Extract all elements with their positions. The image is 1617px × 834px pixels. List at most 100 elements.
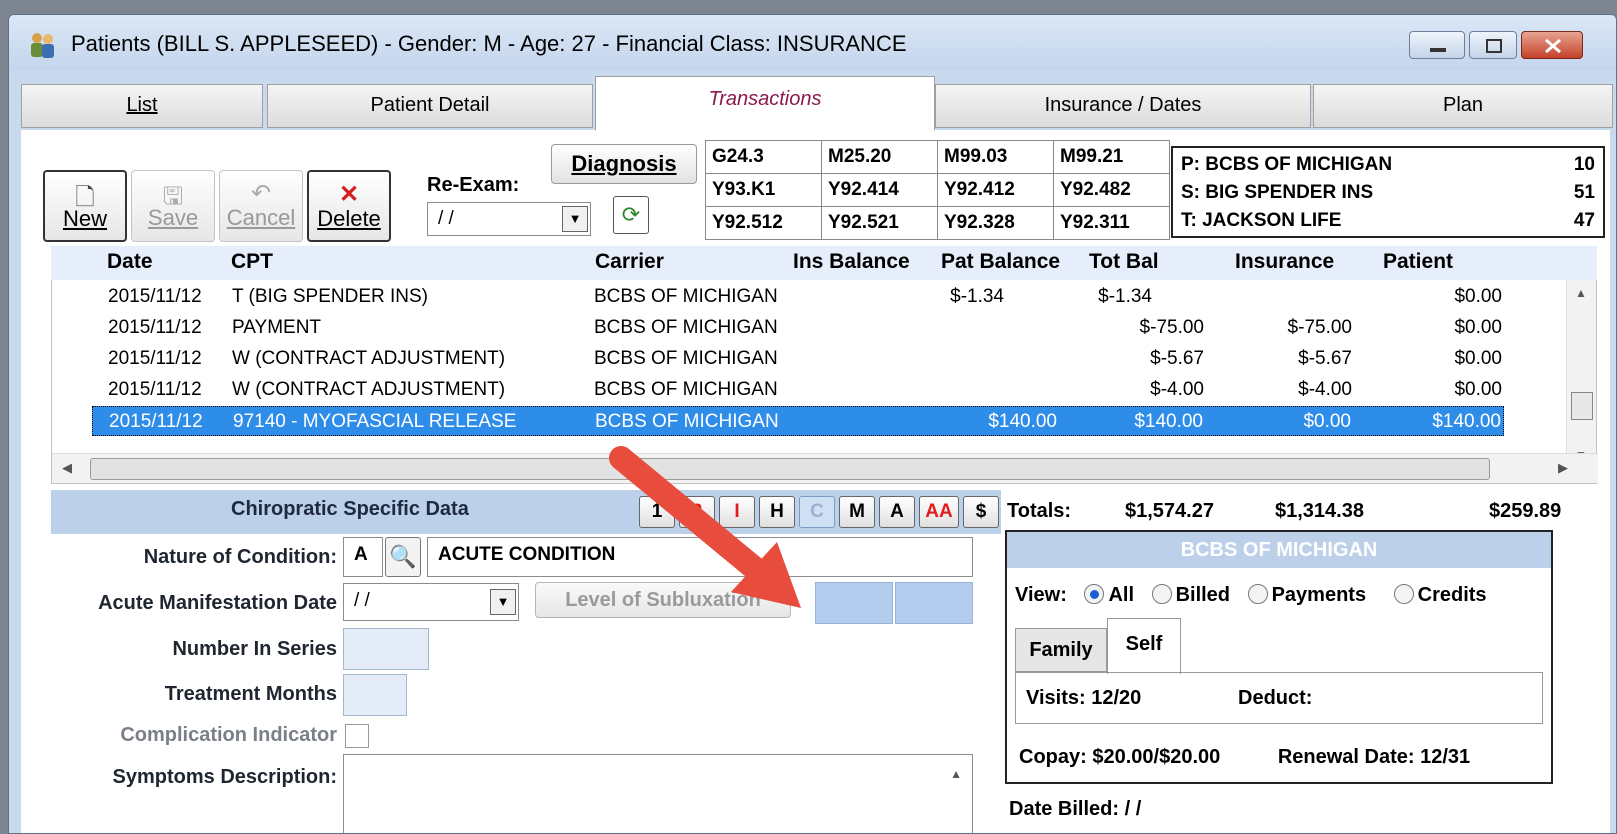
acute-date-field[interactable]: / / ▼ xyxy=(343,583,519,621)
dx-code[interactable]: Y93.K1 xyxy=(705,173,822,207)
cell-cpt: 97140 - MYOFASCIAL RELEASE xyxy=(233,411,517,432)
level-of-subluxation-button[interactable]: Level of Subluxation xyxy=(535,582,791,618)
dx-code[interactable]: Y92.412 xyxy=(937,173,1054,207)
tab-transactions[interactable]: Transactions xyxy=(595,76,935,130)
save-disk-icon: 🖫 xyxy=(162,183,184,210)
view-filter: View: All Billed Payments Credits xyxy=(1015,584,1487,607)
dx-code[interactable]: Y92.482 xyxy=(1053,173,1170,207)
btn-a[interactable]: A xyxy=(879,496,915,528)
scroll-thumb[interactable] xyxy=(90,458,1490,480)
cancel-button[interactable]: ↶ Cancel xyxy=(219,170,303,242)
reexam-label: Re-Exam: xyxy=(427,174,520,196)
tab-label: List xyxy=(126,94,158,116)
complication-checkbox[interactable] xyxy=(345,724,369,748)
tab-insurance-dates[interactable]: Insurance / Dates xyxy=(935,84,1311,128)
patients-icon xyxy=(31,33,54,58)
table-row[interactable]: 2015/11/12 W (CONTRACT ADJUSTMENT) BCBS … xyxy=(92,375,1504,405)
btn-m[interactable]: M xyxy=(839,496,875,528)
tab-patient-detail[interactable]: Patient Detail xyxy=(267,84,593,128)
chevron-down-icon[interactable]: ▼ xyxy=(562,206,588,232)
dx-code[interactable]: M99.03 xyxy=(937,140,1054,174)
cell-carrier: BCBS OF MICHIGAN xyxy=(594,317,778,338)
scroll-left-icon[interactable]: ◀ xyxy=(62,460,72,476)
tab-family[interactable]: Family xyxy=(1015,628,1107,672)
chevron-down-icon[interactable]: ▼ xyxy=(490,589,516,615)
col-tot-bal[interactable]: Tot Bal xyxy=(1089,250,1159,274)
radio-payments[interactable] xyxy=(1247,584,1268,604)
minimize-button[interactable] xyxy=(1409,31,1465,59)
btn-i[interactable]: I xyxy=(719,496,755,528)
totals-total: $1,574.27 xyxy=(1125,500,1214,522)
dx-code[interactable]: M99.21 xyxy=(1053,140,1170,174)
complication-label: Complication Indicator xyxy=(120,724,337,746)
close-button[interactable] xyxy=(1521,31,1583,59)
dx-code[interactable]: Y92.311 xyxy=(1053,206,1170,240)
cell-patient: $0.00 xyxy=(1454,286,1502,307)
dx-code[interactable]: G24.3 xyxy=(705,140,822,174)
radio-billed[interactable] xyxy=(1151,584,1172,604)
dx-code[interactable]: Y92.328 xyxy=(937,206,1054,240)
reexam-date-field[interactable]: / / ▼ xyxy=(427,202,591,236)
col-insurance[interactable]: Insurance xyxy=(1235,250,1334,274)
delete-button[interactable]: ✕ Delete xyxy=(307,170,391,242)
tab-list[interactable]: List xyxy=(21,84,263,128)
scroll-up-icon[interactable]: ▲ xyxy=(1575,286,1587,300)
tab-plan[interactable]: Plan xyxy=(1313,84,1613,128)
acute-date-value: / / xyxy=(354,590,370,611)
grid-vertical-scrollbar[interactable]: ▲ ▼ xyxy=(1566,280,1596,466)
scroll-thumb[interactable] xyxy=(1571,392,1593,420)
table-row[interactable]: 2015/11/12 T (BIG SPENDER INS) BCBS OF M… xyxy=(92,282,1504,312)
btn-aa[interactable]: AA xyxy=(919,496,959,528)
dx-code[interactable]: Y92.512 xyxy=(705,206,822,240)
btn-2[interactable]: 2 xyxy=(679,496,715,528)
cell-patient: $140.00 xyxy=(1432,411,1501,432)
col-cpt[interactable]: CPT xyxy=(231,250,273,274)
table-row-selected[interactable]: 2015/11/12 97140 - MYOFASCIAL RELEASE BC… xyxy=(92,406,1504,436)
table-row[interactable]: 2015/11/12 PAYMENT BCBS OF MICHIGAN $-75… xyxy=(92,313,1504,343)
btn-dollar[interactable]: $ xyxy=(963,496,999,528)
radio-label: All xyxy=(1108,584,1134,606)
radio-all[interactable] xyxy=(1084,584,1105,604)
symptoms-label: Symptoms Description: xyxy=(112,766,337,788)
nature-label: Nature of Condition: xyxy=(143,546,337,568)
subluxation-field-2[interactable] xyxy=(895,582,973,624)
col-ins-balance[interactable]: Ins Balance xyxy=(793,250,910,274)
col-date[interactable]: Date xyxy=(107,250,153,274)
subluxation-field-1[interactable] xyxy=(815,582,893,624)
dx-row: G24.3 M25.20 M99.03 M99.21 xyxy=(705,140,1170,174)
tab-self[interactable]: Self xyxy=(1107,618,1181,674)
nature-code-field[interactable]: A xyxy=(343,537,383,577)
cell-cpt: T (BIG SPENDER INS) xyxy=(232,286,429,307)
totals-label: Totals: xyxy=(1007,500,1072,522)
refresh-icon[interactable]: ⟳ xyxy=(613,196,649,234)
new-button[interactable]: 🗋 New xyxy=(43,170,127,242)
symptoms-textarea[interactable]: ▲ xyxy=(343,754,973,833)
save-button[interactable]: 🖫 Save xyxy=(131,170,215,242)
lookup-search-icon[interactable]: 🔍 xyxy=(385,537,421,577)
dx-code[interactable]: M25.20 xyxy=(821,140,938,174)
grid-horizontal-scrollbar[interactable]: ◀ ▶ xyxy=(52,453,1598,483)
table-row[interactable]: 2015/11/12 W (CONTRACT ADJUSTMENT) BCBS … xyxy=(92,344,1504,374)
col-patient[interactable]: Patient xyxy=(1383,250,1453,274)
dx-code[interactable]: Y92.521 xyxy=(821,206,938,240)
delete-button-label: Delete xyxy=(317,206,381,231)
maximize-button[interactable] xyxy=(1469,31,1517,59)
btn-c[interactable]: C xyxy=(799,496,835,528)
scroll-up-icon[interactable]: ▲ xyxy=(950,767,962,781)
cell-date: 2015/11/12 xyxy=(108,379,202,400)
series-field[interactable] xyxy=(343,628,429,670)
cell-carrier: BCBS OF MICHIGAN xyxy=(594,379,778,400)
col-pat-balance[interactable]: Pat Balance xyxy=(941,250,1060,274)
btn-1[interactable]: 1 xyxy=(639,496,675,528)
diagnosis-button[interactable]: Diagnosis xyxy=(551,144,697,184)
btn-h[interactable]: H xyxy=(759,496,795,528)
radio-label: Credits xyxy=(1417,584,1487,606)
radio-credits[interactable] xyxy=(1393,584,1414,604)
months-field[interactable] xyxy=(343,674,407,716)
scroll-right-icon[interactable]: ▶ xyxy=(1558,460,1568,476)
nature-desc-field[interactable]: ACUTE CONDITION xyxy=(427,537,973,577)
new-button-label: New xyxy=(62,206,107,231)
dx-code[interactable]: Y92.414 xyxy=(821,173,938,207)
series-label: Number In Series xyxy=(172,638,337,660)
col-carrier[interactable]: Carrier xyxy=(595,250,664,274)
